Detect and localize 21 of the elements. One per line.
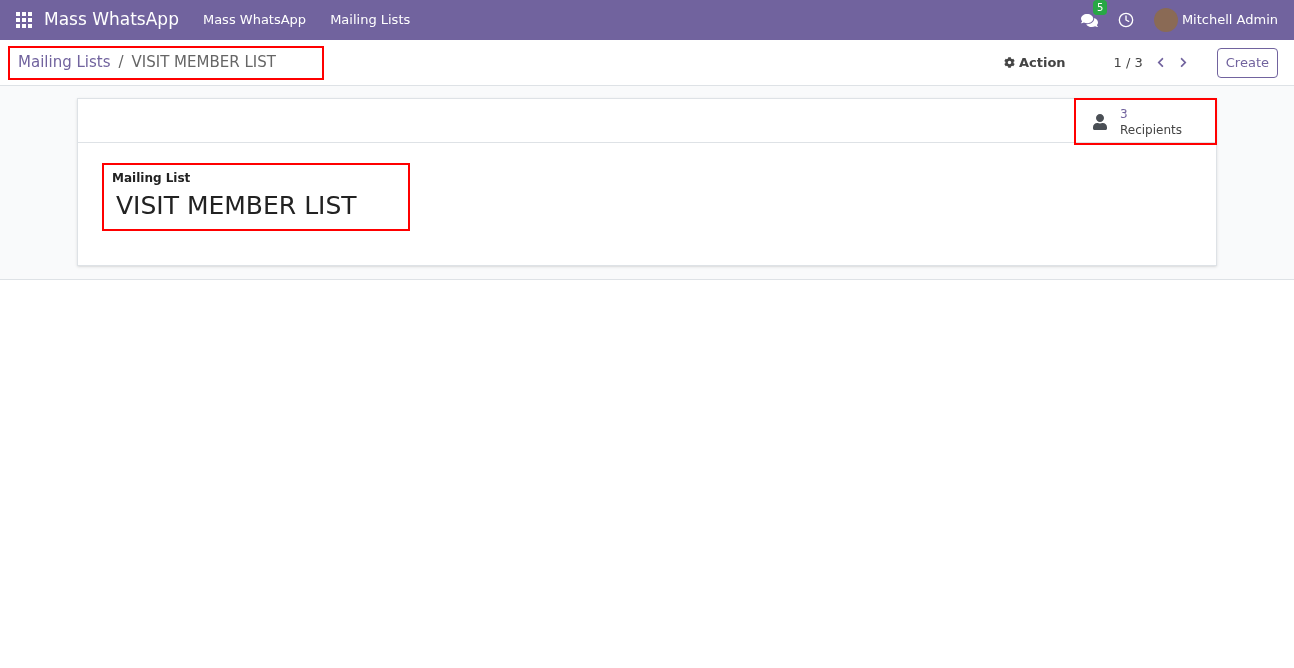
menu-item[interactable]: Mass WhatsApp: [202, 10, 307, 30]
person-icon: [1092, 113, 1108, 130]
recipients-label: Recipients: [1120, 121, 1182, 138]
breadcrumb-current: VISIT MEMBER LIST: [131, 52, 276, 74]
recipients-stat-button[interactable]: 3 Recipients: [1074, 98, 1217, 145]
apps-grid-icon[interactable]: [16, 12, 32, 28]
breadcrumb-separator: /: [118, 52, 124, 74]
field-label: Mailing List: [112, 170, 192, 187]
app-name[interactable]: Mass WhatsApp: [44, 7, 179, 33]
notification-badge: 5: [1092, 0, 1108, 15]
create-button[interactable]: Create: [1216, 47, 1278, 78]
clock-icon[interactable]: [1117, 12, 1134, 28]
user-name[interactable]: Mitchell Admin: [1181, 10, 1278, 30]
title-input[interactable]: VISIT MEMBER LIST: [116, 187, 400, 225]
pager-value: 1 / 3: [1113, 53, 1143, 72]
breadcrumb-link[interactable]: Mailing Lists: [18, 51, 111, 74]
gear-icon: [1004, 57, 1015, 68]
chat-icon[interactable]: [1080, 11, 1098, 29]
recipients-count: 3: [1120, 105, 1129, 122]
action-button[interactable]: Action: [1004, 52, 1066, 73]
menu-item[interactable]: Mailing Lists: [330, 10, 411, 30]
